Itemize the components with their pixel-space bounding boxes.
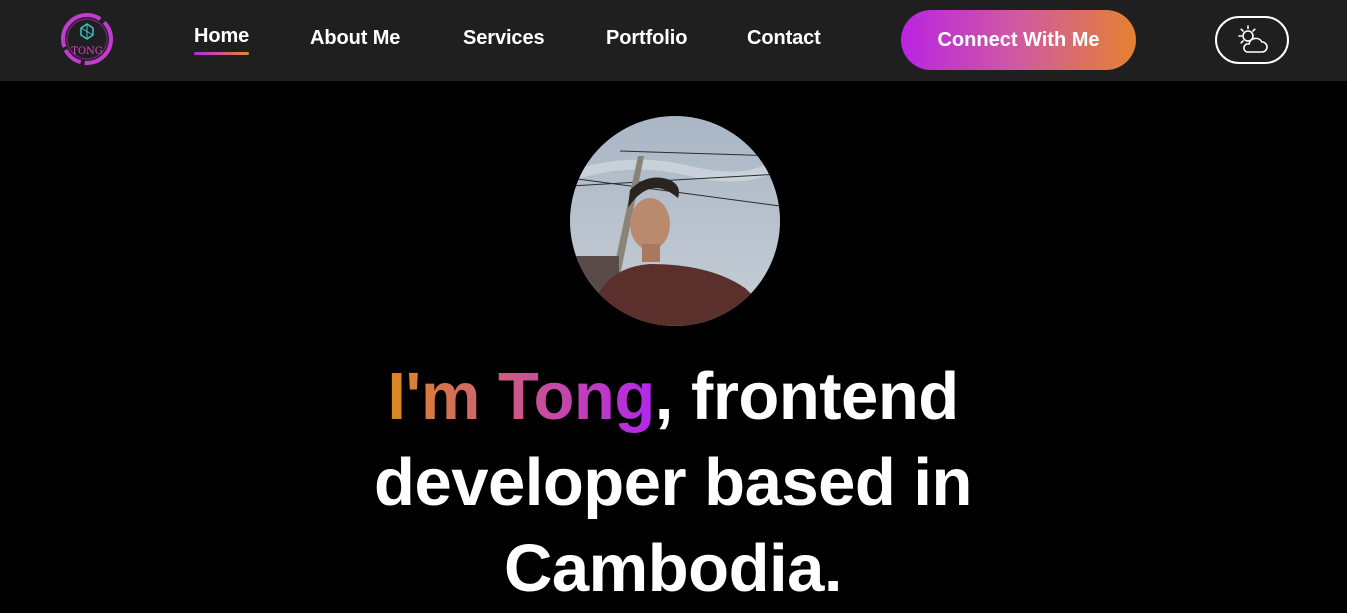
active-underline: [194, 52, 250, 55]
profile-photo: [570, 116, 780, 326]
hero-name-highlight: I'm Tong: [387, 359, 655, 434]
sun-cloud-icon: [1238, 25, 1268, 53]
nav-services[interactable]: Services: [463, 27, 545, 50]
nav-home[interactable]: Home: [194, 25, 250, 55]
hero-line-1-rest: , frontend: [654, 359, 959, 434]
nav-about-me[interactable]: About Me: [310, 27, 400, 50]
hero-heading: I'm Tong, frontend developer based in Ca…: [273, 354, 1073, 612]
nav-portfolio[interactable]: Portfolio: [606, 27, 687, 50]
brand-logo[interactable]: TONG: [58, 10, 116, 68]
nav-contact[interactable]: Contact: [747, 27, 821, 50]
profile-avatar: [570, 116, 780, 326]
hero-line-2: developer based in: [374, 445, 972, 520]
geometric-logo-icon: TONG: [61, 13, 113, 65]
navbar: TONG Home About Me Services Portfolio Co…: [0, 0, 1347, 81]
hero-line-3: Cambodia.: [504, 531, 843, 606]
connect-with-me-button[interactable]: Connect With Me: [901, 10, 1136, 70]
theme-toggle-button[interactable]: [1215, 16, 1289, 64]
logo-text: TONG: [71, 46, 103, 57]
nav-home-label: Home: [194, 25, 250, 47]
hero-line-1: I'm Tong, frontend: [273, 354, 1073, 440]
